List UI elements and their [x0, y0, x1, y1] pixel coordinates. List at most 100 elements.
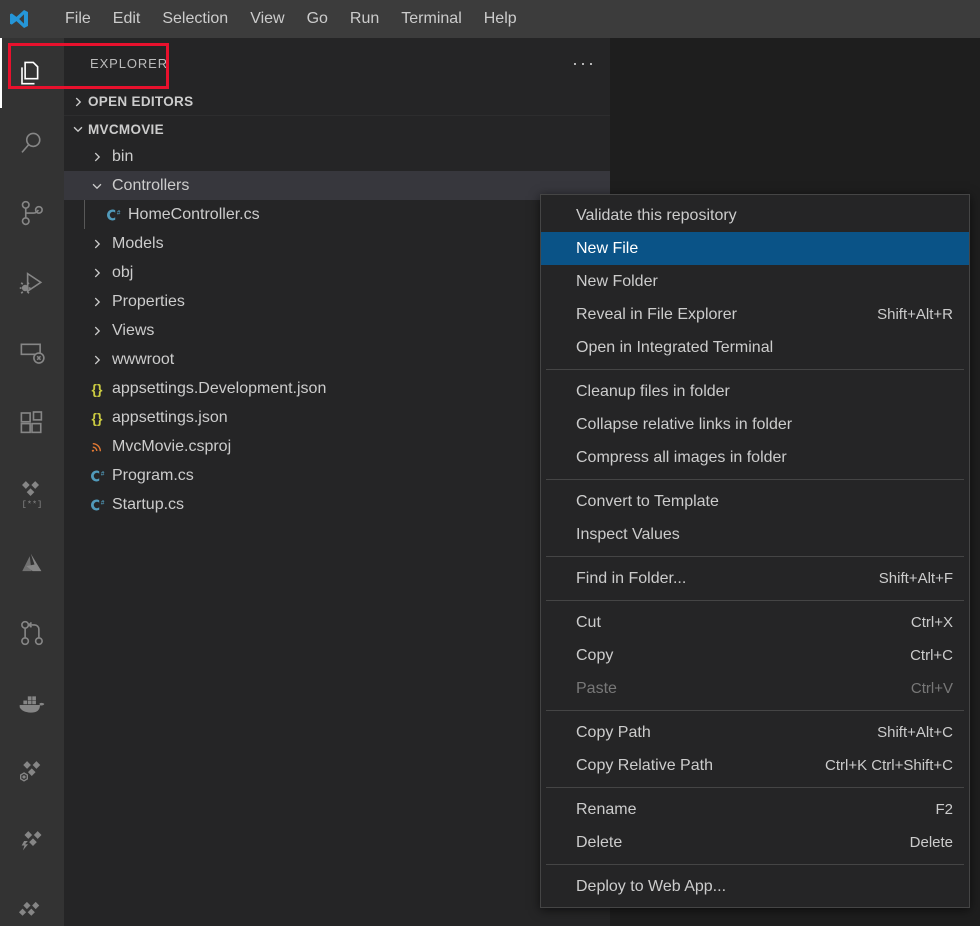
csharp-file-icon: #: [86, 468, 108, 484]
context-menu-item-open-in-integrated-terminal[interactable]: Open in Integrated Terminal: [541, 331, 969, 364]
file-tree: bin Controllers # HomeController.cs: [64, 142, 610, 519]
menubar-item-selection[interactable]: Selection: [151, 6, 239, 32]
title-bar: File Edit Selection View Go Run Terminal…: [0, 0, 980, 38]
menu-item-shortcut: Ctrl+K Ctrl+Shift+C: [805, 757, 953, 774]
tree-item-bin[interactable]: bin: [64, 142, 610, 171]
files-icon: [17, 58, 47, 88]
menu-item-label: Copy Relative Path: [576, 757, 805, 775]
activity-item-azure-api-management[interactable]: API: [0, 878, 64, 926]
chevron-right-icon: [86, 142, 108, 171]
activity-item-remote-explorer[interactable]: [0, 318, 64, 388]
menu-separator: [546, 710, 964, 711]
activity-item-docker[interactable]: [0, 668, 64, 738]
tree-item-views[interactable]: Views: [64, 316, 610, 345]
context-menu-item-collapse-relative-links-in-folder[interactable]: Collapse relative links in folder: [541, 408, 969, 441]
extensions-icon: [17, 408, 47, 438]
context-menu-item-new-file[interactable]: New File: [541, 232, 969, 265]
tree-item-wwwroot[interactable]: wwwroot: [64, 345, 610, 374]
menu-item-label: New File: [576, 240, 953, 258]
activity-item-explorer[interactable]: [0, 38, 64, 108]
context-menu-item-delete[interactable]: Delete Delete: [541, 826, 969, 859]
run-debug-icon: [17, 268, 47, 298]
activity-bar: [**]: [0, 38, 64, 926]
menu-item-label: Copy: [576, 647, 890, 665]
chevron-right-icon: [86, 258, 108, 287]
tree-item-label: obj: [108, 264, 133, 282]
context-menu-item-find-in-folder[interactable]: Find in Folder... Shift+Alt+F: [541, 562, 969, 595]
tree-item-homecontroller-cs[interactable]: # HomeController.cs: [64, 200, 610, 229]
tree-item-label: Startup.cs: [108, 496, 184, 514]
tree-item-appsettings-json[interactable]: {} appsettings.json: [64, 403, 610, 432]
tree-item-label: appsettings.Development.json: [108, 380, 326, 398]
activity-item-azure-resources[interactable]: [**]: [0, 458, 64, 528]
tree-item-label: MvcMovie.csproj: [108, 438, 231, 456]
context-menu-item-rename[interactable]: Rename F2: [541, 793, 969, 826]
menu-item-label: Deploy to Web App...: [576, 878, 953, 896]
tree-item-models[interactable]: Models: [64, 229, 610, 258]
context-menu-item-copy-relative-path[interactable]: Copy Relative Path Ctrl+K Ctrl+Shift+C: [541, 749, 969, 782]
activity-item-azure[interactable]: [0, 528, 64, 598]
menu-item-shortcut: Ctrl+C: [890, 647, 953, 664]
menubar-item-run[interactable]: Run: [339, 6, 390, 32]
section-header-open-editors[interactable]: OPEN EDITORS: [64, 88, 610, 115]
context-menu-item-deploy-to-web-app[interactable]: Deploy to Web App...: [541, 870, 969, 903]
context-menu-item-reveal-in-file-explorer[interactable]: Reveal in File Explorer Shift+Alt+R: [541, 298, 969, 331]
context-menu-item-cut[interactable]: Cut Ctrl+X: [541, 606, 969, 639]
chevron-down-icon: [68, 118, 88, 140]
context-menu-item-new-folder[interactable]: New Folder: [541, 265, 969, 298]
diamonds-api-icon: [17, 900, 47, 926]
activity-item-azure-static-web-apps[interactable]: [0, 738, 64, 808]
tree-item-label: Properties: [108, 293, 185, 311]
menu-item-label: Copy Path: [576, 724, 857, 742]
menu-item-label: Cleanup files in folder: [576, 383, 953, 401]
menubar-item-file[interactable]: File: [54, 6, 102, 32]
tree-item-label: Program.cs: [108, 467, 194, 485]
tree-item-label: HomeController.cs: [124, 206, 260, 224]
menu-item-label: Reveal in File Explorer: [576, 306, 857, 324]
json-file-icon: {}: [86, 381, 108, 397]
activity-item-source-control[interactable]: [0, 178, 64, 248]
menubar-item-view[interactable]: View: [239, 6, 295, 32]
section-label: MVCMOVIE: [88, 122, 164, 137]
context-menu-item-validate-this-repository[interactable]: Validate this repository: [541, 199, 969, 232]
context-menu-item-convert-to-template[interactable]: Convert to Template: [541, 485, 969, 518]
context-menu-item-compress-all-images-in-folder[interactable]: Compress all images in folder: [541, 441, 969, 474]
menu-item-label: Convert to Template: [576, 493, 953, 511]
context-menu-item-copy[interactable]: Copy Ctrl+C: [541, 639, 969, 672]
tree-item-program-cs[interactable]: # Program.cs: [64, 461, 610, 490]
tree-item-mvcmovie-csproj[interactable]: MvcMovie.csproj: [64, 432, 610, 461]
section-header-mvcmovie[interactable]: MVCMOVIE: [64, 115, 610, 142]
menu-item-label: Paste: [576, 680, 891, 698]
source-control-icon: [17, 198, 47, 228]
context-menu-item-cleanup-files-in-folder[interactable]: Cleanup files in folder: [541, 375, 969, 408]
chevron-right-icon: [86, 287, 108, 316]
context-menu-item-inspect-values[interactable]: Inspect Values: [541, 518, 969, 551]
diamonds-brackets-icon: [**]: [16, 477, 48, 509]
tree-item-obj[interactable]: obj: [64, 258, 610, 287]
remote-explorer-icon: [17, 338, 47, 368]
sidebar-explorer: EXPLORER ··· OPEN EDITORS MVCMOVIE: [64, 38, 610, 926]
activity-item-pull-requests[interactable]: [0, 598, 64, 668]
tree-item-controllers[interactable]: Controllers: [64, 171, 610, 200]
csharp-file-icon: #: [86, 497, 108, 513]
sidebar-title-bar: EXPLORER ···: [64, 38, 610, 88]
chevron-right-icon: [86, 345, 108, 374]
more-actions-icon[interactable]: ···: [570, 49, 598, 77]
context-menu-item-copy-path[interactable]: Copy Path Shift+Alt+C: [541, 716, 969, 749]
tree-item-properties[interactable]: Properties: [64, 287, 610, 316]
activity-item-extensions[interactable]: [0, 388, 64, 458]
menubar-item-go[interactable]: Go: [296, 6, 339, 32]
menu-separator: [546, 479, 964, 480]
menu-item-label: Open in Integrated Terminal: [576, 339, 953, 357]
tree-item-startup-cs[interactable]: # Startup.cs: [64, 490, 610, 519]
activity-item-search[interactable]: [0, 108, 64, 178]
menu-item-label: Cut: [576, 614, 891, 632]
menubar-item-help[interactable]: Help: [473, 6, 528, 32]
context-menu-item-paste: Paste Ctrl+V: [541, 672, 969, 705]
activity-item-azure-functions[interactable]: [0, 808, 64, 878]
menubar-item-edit[interactable]: Edit: [102, 6, 152, 32]
menubar-item-terminal[interactable]: Terminal: [390, 6, 472, 32]
tree-item-appsettings-development-json[interactable]: {} appsettings.Development.json: [64, 374, 610, 403]
activity-item-run-and-debug[interactable]: [0, 248, 64, 318]
menu-item-label: Delete: [576, 834, 890, 852]
